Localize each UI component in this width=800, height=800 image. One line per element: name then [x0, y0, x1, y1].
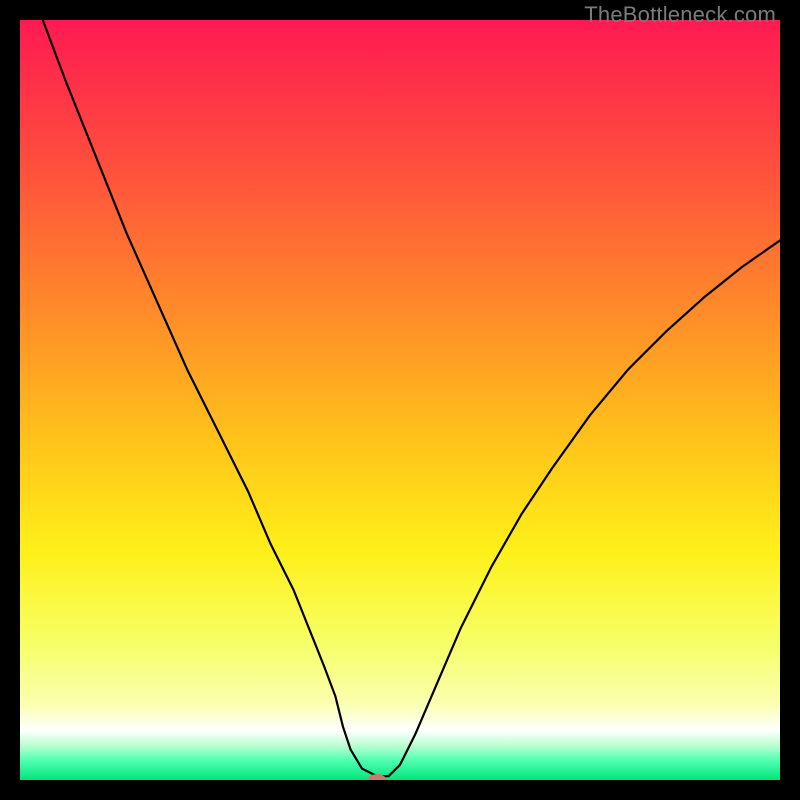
watermark-text: TheBottleneck.com [584, 2, 776, 28]
chart-frame [20, 20, 780, 780]
chart-background [20, 20, 780, 780]
chart-svg [20, 20, 780, 780]
